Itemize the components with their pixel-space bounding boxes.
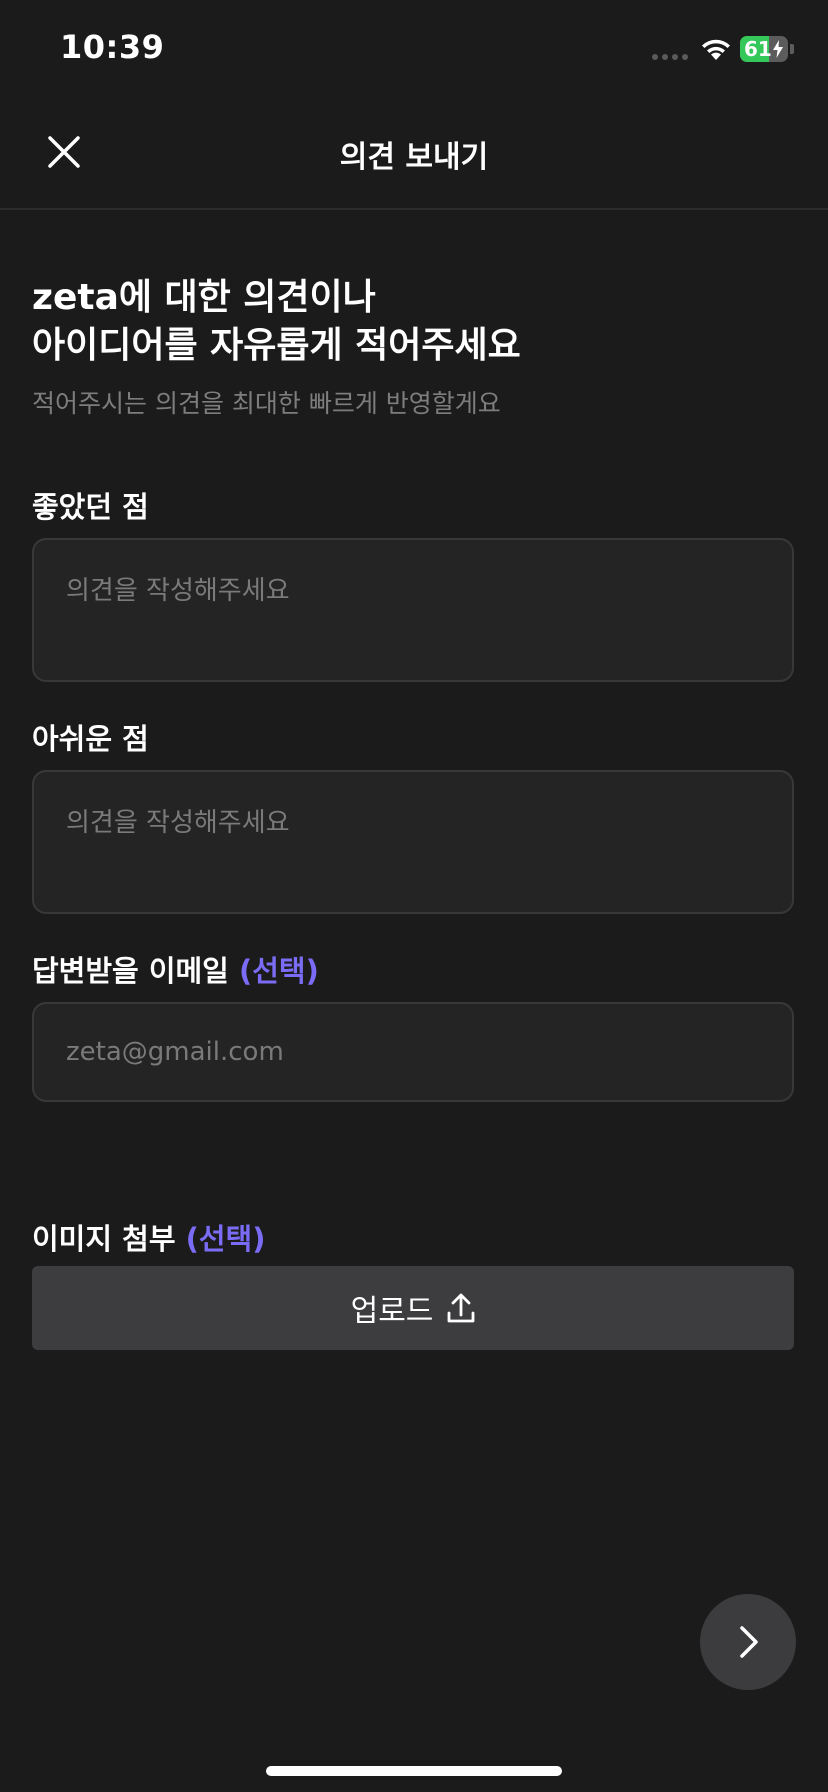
- battery-cap: [790, 44, 794, 54]
- disliked-label: 아쉬운 점: [32, 722, 149, 756]
- image-label-text: 이미지 첨부: [32, 1222, 176, 1256]
- email-label: 답변받을 이메일 (선택): [32, 948, 319, 990]
- upload-icon: [448, 1293, 475, 1323]
- intro-subtext: 적어주시는 의견을 최대한 빠르게 반영할게요: [32, 389, 501, 418]
- image-optional-tag: (선택): [185, 1222, 266, 1256]
- charging-bolt-icon: [773, 40, 783, 58]
- status-time: 10:39: [60, 28, 165, 66]
- nav-bar: 의견 보내기: [0, 100, 828, 210]
- battery-indicator: 61: [740, 36, 788, 62]
- disliked-textarea[interactable]: [34, 772, 792, 912]
- disliked-field-box: [32, 770, 794, 914]
- liked-label: 좋았던 점: [32, 490, 149, 524]
- liked-textarea[interactable]: [34, 540, 792, 680]
- upload-button[interactable]: 업로드: [32, 1266, 794, 1350]
- home-indicator[interactable]: [266, 1766, 562, 1776]
- headline-line-1: zeta에 대한 의견이나: [32, 277, 376, 318]
- email-field-box: [32, 1002, 794, 1102]
- wifi-icon: [702, 39, 730, 60]
- page-title: 의견 보내기: [339, 140, 489, 175]
- chevron-right-icon: [740, 1626, 758, 1658]
- upload-label: 업로드: [350, 1294, 434, 1329]
- email-label-text: 답변받을 이메일: [32, 954, 229, 988]
- cellular-signal-icon: [652, 54, 688, 60]
- next-button[interactable]: [700, 1594, 796, 1690]
- status-bar: 10:39 61: [0, 0, 828, 100]
- image-label: 이미지 첨부 (선택): [32, 1216, 265, 1258]
- liked-field-box: [32, 538, 794, 682]
- email-optional-tag: (선택): [238, 954, 319, 988]
- intro-headline: zeta에 대한 의견이나 아이디어를 자유롭게 적어주세요: [32, 274, 792, 370]
- email-input[interactable]: [34, 1004, 792, 1100]
- headline-line-2: 아이디어를 자유롭게 적어주세요: [32, 325, 521, 366]
- battery-level: 61: [744, 37, 772, 61]
